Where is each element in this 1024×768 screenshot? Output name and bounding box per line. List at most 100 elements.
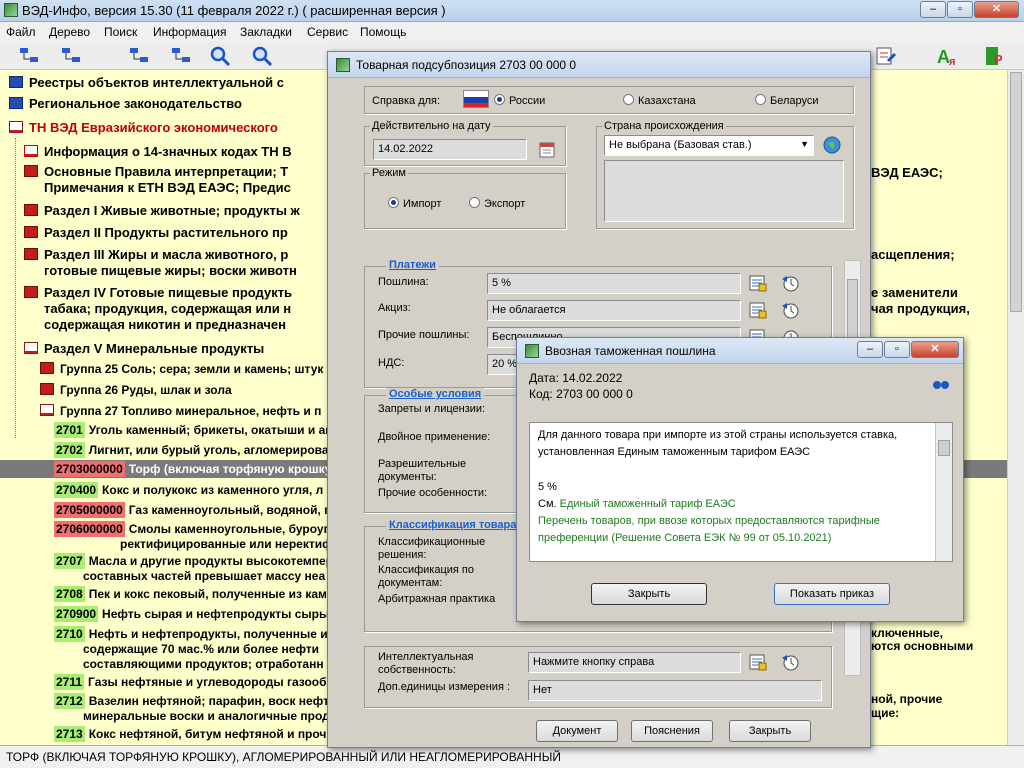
radio-belarus[interactable] — [755, 94, 766, 105]
tree-down-icon[interactable] — [170, 45, 194, 67]
code-row[interactable]: 270400 Кокс и полукокс из каменного угля,… — [54, 482, 323, 498]
close-button[interactable]: ✕ — [974, 1, 1019, 18]
code-row[interactable]: 2712 Вазелин нефтяной; парафин, воск нефт… — [54, 693, 336, 709]
code-row[interactable]: 2708 Пек и кокс пековый, полученные из ка… — [54, 586, 327, 602]
code-row[interactable]: 2711 Газы нефтяные и углеводороды газообр — [54, 674, 334, 690]
russia-flag-icon — [463, 90, 489, 108]
globe-icon[interactable] — [822, 135, 842, 155]
tree-node[interactable]: ТН ВЭД Евразийского экономического — [9, 120, 278, 136]
history-icon[interactable] — [780, 652, 800, 672]
tree-node[interactable]: Раздел II Продукты растительного пр — [24, 225, 288, 241]
code-label: Вазелин нефтяной; парафин, воск нефтя — [88, 694, 336, 708]
code-row[interactable]: 2702 Лигнит, или бурый уголь, агломериров… — [54, 442, 329, 458]
tree-node[interactable]: Раздел III Жиры и масла животного, р — [24, 247, 288, 263]
menu-file[interactable]: Файл — [6, 25, 36, 39]
tree-forward-icon[interactable] — [60, 45, 84, 67]
tariff-link[interactable]: Единый таможенный тариф ЕАЭС — [560, 498, 736, 510]
menu-help[interactable]: Помощь — [360, 25, 406, 39]
tree-node[interactable]: Реестры объектов интеллектуальной с — [9, 75, 284, 91]
scrollbar-thumb[interactable] — [938, 440, 950, 456]
extra-units-field[interactable]: Нет — [528, 680, 822, 701]
code-row[interactable]: 270900 Нефть сырая и нефтепродукты сыры — [54, 606, 329, 622]
tree-node[interactable]: Раздел V Минеральные продукты — [24, 341, 264, 357]
menu-tree[interactable]: Дерево — [49, 25, 90, 39]
date-field[interactable]: 14.02.2022 — [373, 139, 527, 160]
info-icon — [24, 145, 38, 157]
code-label: содержащие 70 мас.% или более нефти — [83, 642, 320, 656]
dictionary-icon[interactable] — [874, 45, 898, 67]
code-row[interactable]: 2707 Масла и другие продукты высокотемпер — [54, 553, 333, 569]
close-button[interactable]: ✕ — [911, 341, 959, 358]
date-group-label: Действительно на дату — [370, 120, 493, 132]
radio-import[interactable] — [388, 197, 399, 208]
tree-node[interactable]: Раздел I Живые животные; продукты ж — [24, 203, 300, 219]
tree-back-icon[interactable] — [18, 45, 42, 67]
show-order-button[interactable]: Показать приказ — [774, 583, 890, 605]
document-icon[interactable] — [748, 273, 768, 293]
maximize-button[interactable]: ▫ — [947, 1, 973, 18]
tree-node[interactable]: Группа 25 Соль; сера; земли и камень; шт… — [40, 361, 323, 377]
radio-export[interactable] — [469, 197, 480, 208]
code-badge: 2713 — [54, 726, 85, 742]
minimize-button[interactable]: – — [857, 341, 883, 358]
tree-node[interactable]: Группа 26 Руды, шлак и зола — [40, 382, 232, 398]
binoculars-icon[interactable] — [931, 374, 951, 394]
notes-button[interactable]: Пояснения — [631, 720, 713, 742]
duty-field[interactable]: 5 % — [487, 273, 741, 294]
code-badge: 270400 — [54, 482, 99, 498]
ip-field[interactable]: Нажмите кнопку справа — [528, 652, 741, 673]
document-icon[interactable] — [748, 300, 768, 320]
code-row[interactable]: 2713 Кокс нефтяной, битум нефтяной и проч — [54, 726, 326, 742]
menu-bookmarks[interactable]: Закладки — [240, 25, 292, 39]
text-scrollbar[interactable] — [935, 423, 952, 561]
minimize-button[interactable]: – — [920, 1, 946, 18]
app-icon — [336, 58, 350, 72]
history-icon[interactable] — [780, 273, 800, 293]
tree-node-label: Раздел V Минеральные продукты — [44, 341, 265, 356]
registry-icon[interactable]: Р — [984, 45, 1008, 67]
origin-list-box[interactable] — [604, 160, 844, 222]
origin-dropdown[interactable]: Не выбрана (Базовая став.) ▼ — [604, 135, 814, 156]
special-conditions-heading[interactable]: Особые условия — [386, 388, 485, 400]
code-row[interactable]: 2705000000 Газ каменноугольный, водяной, … — [54, 502, 336, 518]
bookmark-icon[interactable] — [250, 45, 274, 67]
tree-node[interactable]: Региональное законодательство — [9, 96, 242, 112]
translate-icon[interactable]: Aя — [936, 45, 960, 67]
document-icon[interactable] — [748, 652, 768, 672]
classification-heading[interactable]: Классификация товара — [386, 519, 520, 531]
tree-up-icon[interactable] — [128, 45, 152, 67]
code-row-cont: составных частей превышает массу неа — [83, 568, 325, 584]
search-icon[interactable] — [208, 45, 232, 67]
code-row[interactable]: 2706000000 Смолы каменноугольные, буроуго — [54, 521, 336, 537]
tree-node[interactable]: Группа 27 Топливо минеральное, нефть и п — [40, 403, 321, 419]
tree-node[interactable]: Основные Правила интерпретации; Т — [24, 164, 288, 180]
radio-russia[interactable] — [494, 94, 505, 105]
document-button[interactable]: Документ — [536, 720, 618, 742]
scrollbar-thumb[interactable] — [1010, 72, 1022, 312]
code-label: Кокс нефтяной, битум нефтяной и проч — [88, 727, 327, 741]
tree-scrollbar[interactable] — [1007, 70, 1024, 745]
calendar-icon[interactable] — [537, 139, 557, 159]
tree-node[interactable]: Раздел IV Готовые пищевые продукть — [24, 285, 292, 301]
book-icon — [24, 286, 38, 298]
close-dialog-button[interactable]: Закрыть — [591, 583, 707, 605]
book-icon — [9, 97, 23, 109]
maximize-button[interactable]: ▫ — [884, 341, 910, 358]
close-dialog-button[interactable]: Закрыть — [729, 720, 811, 742]
radio-kazakhstan[interactable] — [623, 94, 634, 105]
preferences-link[interactable]: Перечень товаров, при ввозе которых пред… — [538, 515, 880, 528]
tree-node[interactable]: Информация о 14-значных кодах ТН В — [24, 144, 292, 160]
history-icon[interactable] — [780, 300, 800, 320]
menu-information[interactable]: Информация — [153, 25, 226, 39]
menu-search[interactable]: Поиск — [104, 25, 137, 39]
payments-heading[interactable]: Платежи — [386, 259, 439, 271]
open-book-icon — [40, 404, 54, 416]
info-text-box[interactable]: Для данного товара при импорте из этой с… — [529, 422, 953, 562]
code-row[interactable]: 2701 Уголь каменный; брикеты, окатыши и а… — [54, 422, 333, 438]
preferences-link-cont[interactable]: преференции (Решение Совета ЕЭК № 99 от … — [538, 532, 831, 545]
menu-service[interactable]: Сервис — [307, 25, 348, 39]
code-row[interactable]: 2710 Нефть и нефтепродукты, полученные из — [54, 626, 334, 642]
excise-field[interactable]: Не облагается — [487, 300, 741, 321]
window-title: ВЭД-Инфо, версия 15.30 (11 февраля 2022 … — [22, 3, 446, 18]
code-row-selected[interactable]: 2703000000 Торф (включая торфяную крошку)… — [54, 461, 339, 477]
